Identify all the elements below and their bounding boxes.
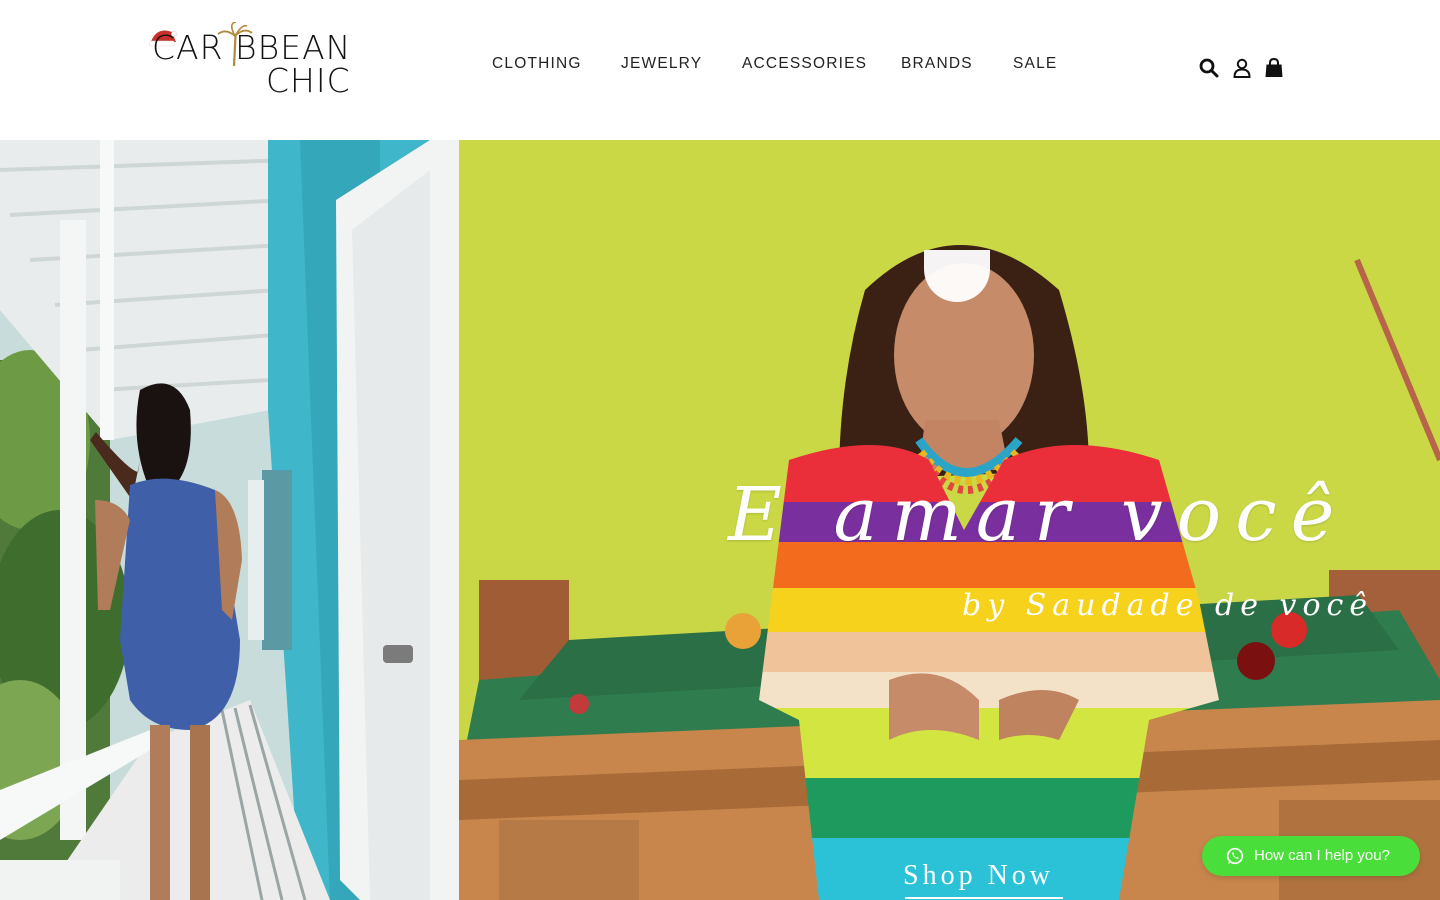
shop-now-button[interactable]: Shop Now	[903, 858, 1054, 894]
whatsapp-icon	[1226, 847, 1244, 865]
site-logo[interactable]: CAR BBEAN CHIC	[148, 22, 360, 100]
nav-item-clothing[interactable]: CLOTHING	[492, 52, 582, 76]
hero-image-veranda	[0, 140, 459, 900]
chat-help-button[interactable]: How can I help you?	[1202, 836, 1420, 876]
nav-item-accessories[interactable]: ACCESSORIES	[742, 52, 867, 76]
nav-item-brands[interactable]: BRANDS	[901, 52, 973, 76]
hero-banner: E amar você by Saudade de você Shop Now	[0, 140, 1440, 900]
account-icon[interactable]	[1231, 56, 1253, 80]
nav-item-jewelry[interactable]: JEWELRY	[621, 52, 702, 76]
nav-item-sale[interactable]: SALE	[1013, 52, 1057, 76]
logo-text-line2: CHIC	[266, 61, 351, 100]
shop-now-underline	[905, 897, 1063, 899]
chat-label: How can I help you?	[1254, 847, 1390, 864]
cart-icon[interactable]	[1263, 56, 1285, 80]
hero-subtitle: by Saudade de você	[962, 588, 1374, 623]
search-icon[interactable]	[1198, 56, 1220, 80]
site-header: CAR BBEAN CHIC CLOTHING JEWELRY ACCESSOR…	[0, 0, 1440, 140]
hero-title: E amar você	[728, 472, 1349, 558]
